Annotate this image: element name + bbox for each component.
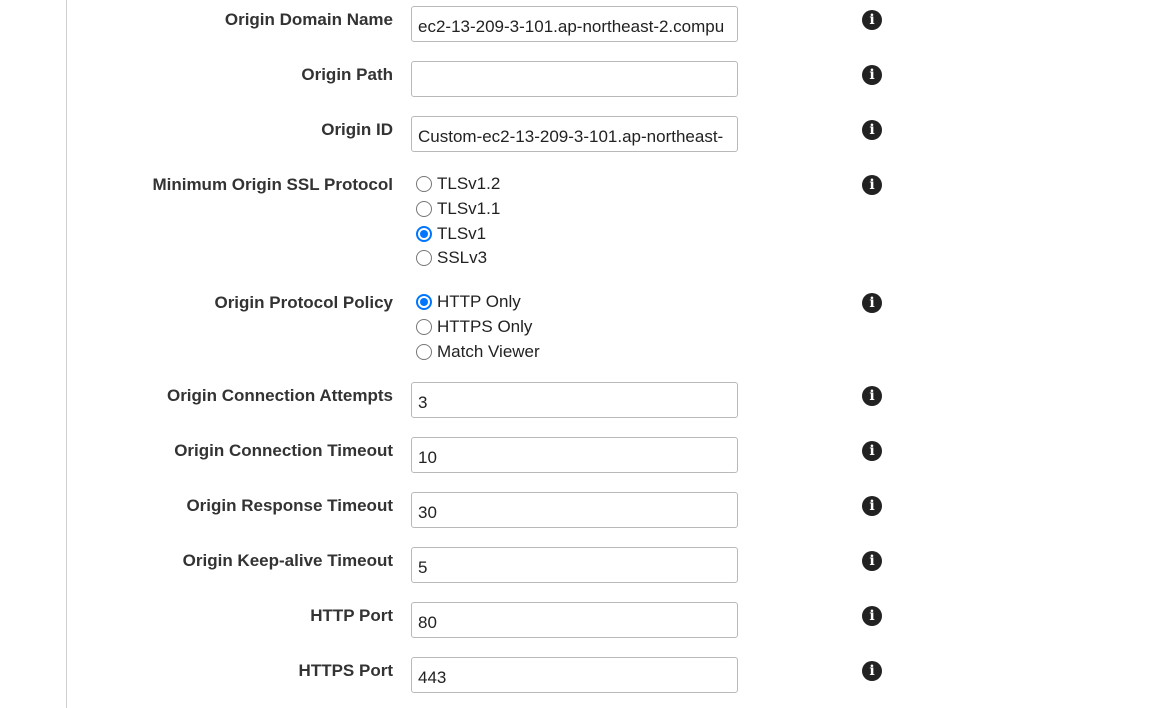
info-icon[interactable]: i — [862, 293, 882, 313]
ssl-option-label: SSLv3 — [437, 248, 488, 267]
connection-attempts-input[interactable] — [411, 382, 738, 418]
radio-button[interactable] — [416, 176, 432, 192]
origin-path-input[interactable] — [411, 61, 738, 97]
ssl-option-tlsv1-1[interactable]: TLSv1.1 — [416, 198, 500, 220]
ssl-option-tlsv1[interactable]: TLSv1 — [416, 223, 486, 245]
panel-left-border — [66, 0, 67, 708]
ssl-option-label: TLSv1.1 — [437, 199, 501, 218]
protocol-policy-label: Origin Protocol Policy — [214, 293, 393, 312]
radio-button-selected[interactable] — [416, 226, 432, 242]
https-port-input[interactable] — [411, 657, 738, 693]
policy-option-http-only[interactable]: HTTP Only — [416, 291, 521, 313]
radio-button[interactable] — [416, 201, 432, 217]
radio-button-selected[interactable] — [416, 294, 432, 310]
response-timeout-input[interactable] — [411, 492, 738, 528]
info-icon[interactable]: i — [862, 496, 882, 516]
http-port-input[interactable] — [411, 602, 738, 638]
info-icon[interactable]: i — [862, 175, 882, 195]
radio-button[interactable] — [416, 319, 432, 335]
policy-option-label: HTTPS Only — [437, 317, 533, 336]
policy-option-https-only[interactable]: HTTPS Only — [416, 316, 532, 338]
ssl-protocol-label: Minimum Origin SSL Protocol — [152, 175, 393, 194]
origin-id-input[interactable] — [411, 116, 738, 152]
ssl-option-label: TLSv1.2 — [437, 174, 501, 193]
origin-domain-name-label: Origin Domain Name — [224, 10, 393, 29]
connection-timeout-input[interactable] — [411, 437, 738, 473]
info-icon[interactable]: i — [862, 661, 882, 681]
info-icon[interactable]: i — [862, 10, 882, 30]
info-icon[interactable]: i — [862, 386, 882, 406]
info-icon[interactable]: i — [862, 120, 882, 140]
https-port-label: HTTPS Port — [298, 661, 393, 680]
ssl-option-sslv3[interactable]: SSLv3 — [416, 247, 487, 269]
info-icon[interactable]: i — [862, 551, 882, 571]
info-icon[interactable]: i — [862, 441, 882, 461]
ssl-option-label: TLSv1 — [437, 224, 487, 243]
http-port-label: HTTP Port — [310, 606, 393, 625]
radio-button[interactable] — [416, 250, 432, 266]
connection-timeout-label: Origin Connection Timeout — [174, 441, 393, 460]
origin-id-label: Origin ID — [321, 120, 393, 139]
origin-domain-name-input[interactable] — [411, 6, 738, 42]
policy-option-label: HTTP Only — [437, 292, 521, 311]
policy-option-label: Match Viewer — [437, 342, 540, 361]
policy-option-match-viewer[interactable]: Match Viewer — [416, 341, 540, 363]
connection-attempts-label: Origin Connection Attempts — [166, 386, 393, 405]
response-timeout-label: Origin Response Timeout — [186, 496, 393, 515]
radio-button[interactable] — [416, 344, 432, 360]
keepalive-timeout-label: Origin Keep-alive Timeout — [182, 551, 393, 570]
ssl-option-tlsv1-2[interactable]: TLSv1.2 — [416, 173, 500, 195]
keepalive-timeout-input[interactable] — [411, 547, 738, 583]
info-icon[interactable]: i — [862, 606, 882, 626]
info-icon[interactable]: i — [862, 65, 882, 85]
origin-path-label: Origin Path — [301, 65, 393, 84]
